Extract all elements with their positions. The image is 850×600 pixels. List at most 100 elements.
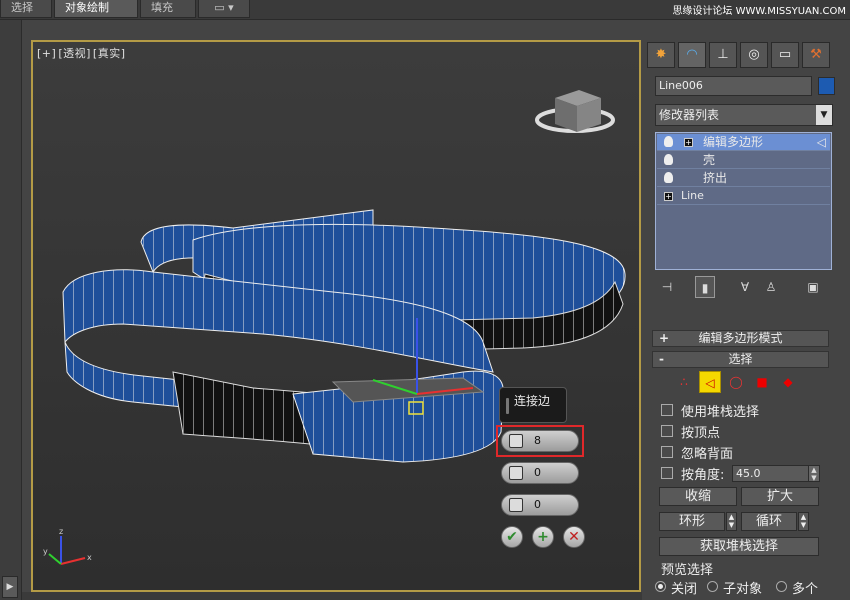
preview-selection-label: 预览选择	[661, 563, 714, 578]
by-vertex-label: 按顶点	[681, 426, 721, 441]
modifier-stack: + 编辑多边形 ◁ 壳 挤出 + Line	[655, 132, 832, 270]
use-stack-selection-label: 使用堆栈选择	[681, 405, 760, 420]
caddy-title: 连接边	[514, 394, 551, 408]
motion-tab-icon[interactable]: ◎	[740, 42, 768, 68]
display-tab-icon[interactable]: ▭	[771, 42, 799, 68]
loop-spinner-icon[interactable]: ▲ ▼	[798, 512, 809, 531]
pin-stack-icon[interactable]: ⊣	[657, 276, 677, 298]
ribbon-dropdown[interactable]: ▭ ▾	[198, 0, 250, 18]
collapse-icon: -	[659, 352, 664, 366]
border-mode-icon[interactable]: ◯	[725, 371, 747, 393]
stack-item-edit-poly[interactable]: + 编辑多边形 ◁	[657, 134, 830, 151]
expand-icon: +	[659, 331, 670, 345]
stack-toolbar: ⊣ ▮ ∀ ♙ ▣	[657, 276, 833, 300]
ring-button[interactable]: 环形	[659, 512, 725, 531]
tab-select[interactable]: 选择	[0, 0, 52, 18]
by-angle-checkbox[interactable]	[661, 467, 673, 479]
stack-item-label: 编辑多边形	[703, 135, 764, 149]
ignore-backfacing-checkbox[interactable]	[661, 446, 673, 458]
lightbulb-icon[interactable]	[664, 136, 673, 147]
element-mode-icon[interactable]: ◆	[777, 371, 799, 393]
angle-input[interactable]: 45.0	[732, 465, 820, 482]
cancel-button[interactable]: ✕	[563, 526, 585, 548]
pinch-icon	[509, 466, 523, 480]
preview-multi-radio[interactable]	[776, 581, 787, 592]
preview-subobject-radio[interactable]	[707, 581, 718, 592]
rollout-title: 选择	[728, 352, 753, 366]
expand-arrow-icon[interactable]: ▶	[2, 576, 18, 598]
modify-tab-icon[interactable]: ◠	[678, 42, 706, 68]
by-vertex-checkbox[interactable]	[661, 425, 673, 437]
time-slider[interactable]	[22, 592, 642, 600]
rollout-title: 编辑多边形模式	[698, 331, 783, 345]
tab-object-paint[interactable]: 对象绘制	[54, 0, 138, 18]
expand-icon[interactable]: +	[684, 138, 693, 147]
show-end-result-icon[interactable]: ▮	[695, 276, 715, 298]
hierarchy-tab-icon[interactable]: ⊥	[709, 42, 737, 68]
pinch-stepper[interactable]: 0	[501, 462, 579, 484]
get-stack-selection-button[interactable]: 获取堆栈选择	[659, 537, 819, 556]
segments-icon	[509, 434, 523, 448]
lightbulb-icon[interactable]	[664, 154, 673, 165]
stack-item-label: Line	[681, 189, 704, 202]
preview-subobject-label: 子对象	[723, 582, 763, 597]
segments-value: 8	[534, 434, 541, 447]
stack-item-line[interactable]: + Line	[657, 188, 830, 205]
preview-off-label: 关闭	[671, 582, 698, 597]
caddy-drag-handle[interactable]	[506, 398, 509, 414]
watermark: 思缘设计论坛 WWW.MISSYUAN.COM	[672, 6, 846, 17]
ribbon-tabs: 选择 对象绘制 填充 ▭ ▾ 思缘设计论坛 WWW.MISSYUAN.COM	[0, 0, 850, 20]
object-color-swatch[interactable]	[818, 77, 835, 95]
make-unique-icon[interactable]: ∀	[735, 276, 755, 298]
svg-text:y: y	[43, 547, 48, 556]
stack-item-shell[interactable]: 壳	[657, 152, 830, 169]
command-panel-tabs: ✸ ◠ ⊥ ◎ ▭ ⚒	[647, 42, 837, 68]
apply-button[interactable]: +	[532, 526, 554, 548]
perspective-viewport[interactable]: [+] [透视] [真实] z x y 连接边 8 0 0 ✔ + ✕	[31, 40, 641, 592]
edge-mode-icon[interactable]: ◁	[699, 371, 721, 393]
rollout-selection[interactable]: - 选择	[652, 351, 829, 368]
app-window: 选择 对象绘制 填充 ▭ ▾ 思缘设计论坛 WWW.MISSYUAN.COM ▶…	[0, 0, 850, 600]
modifier-list-dropdown[interactable]: 修改器列表 ▼	[655, 104, 833, 126]
svg-text:z: z	[59, 527, 63, 536]
ok-button[interactable]: ✔	[501, 526, 523, 548]
stack-item-label: 壳	[703, 153, 716, 167]
utilities-tab-icon[interactable]: ⚒	[802, 42, 830, 68]
viewcube-icon[interactable]	[535, 90, 615, 133]
slide-value: 0	[534, 498, 541, 511]
stack-item-label: 挤出	[703, 171, 728, 185]
slide-icon	[509, 498, 523, 512]
lightbulb-icon[interactable]	[664, 172, 673, 183]
shrink-button[interactable]: 收缩	[659, 487, 737, 506]
object-name-field[interactable]: Line006	[655, 76, 812, 96]
ignore-backfacing-label: 忽略背面	[681, 447, 734, 462]
preview-multi-label: 多个	[792, 582, 819, 597]
configure-sets-icon[interactable]: ▣	[803, 276, 823, 298]
loop-button[interactable]: 循环	[741, 512, 797, 531]
modifier-list-label: 修改器列表	[659, 108, 720, 122]
by-angle-label: 按角度:	[681, 468, 725, 483]
angle-spinner-icon[interactable]: ▲ ▼	[808, 465, 820, 482]
command-panel: ✸ ◠ ⊥ ◎ ▭ ⚒ Line006 修改器列表 ▼ + 编辑多边形 ◁ 壳	[645, 40, 850, 600]
segments-stepper[interactable]: 8	[501, 430, 579, 452]
connect-edge-caddy: 连接边	[499, 387, 567, 423]
ribbon-menu-icon: ▭ ▾	[214, 1, 234, 14]
preview-off-radio[interactable]	[655, 581, 666, 592]
vertex-mode-icon[interactable]: ∴	[673, 371, 695, 393]
remove-modifier-icon[interactable]: ♙	[761, 276, 781, 298]
use-stack-selection-checkbox[interactable]	[661, 404, 673, 416]
edit-poly-mode-icon: ◁	[816, 135, 826, 149]
expand-icon[interactable]: +	[664, 192, 673, 201]
slide-stepper[interactable]: 0	[501, 494, 579, 516]
chevron-down-icon: ▼	[816, 105, 832, 125]
tab-populate[interactable]: 填充	[140, 0, 196, 18]
ring-spinner-icon[interactable]: ▲ ▼	[726, 512, 737, 531]
stack-item-extrude[interactable]: 挤出	[657, 170, 830, 187]
polygon-mode-icon[interactable]: ■	[751, 371, 773, 393]
rollout-edit-poly-mode[interactable]: + 编辑多边形模式	[652, 330, 829, 347]
grow-button[interactable]: 扩大	[741, 487, 819, 506]
svg-text:x: x	[87, 553, 92, 562]
left-toolbar: ▶	[0, 20, 22, 600]
axis-tripod-icon: z x y	[43, 527, 92, 565]
create-tab-icon[interactable]: ✸	[647, 42, 675, 68]
